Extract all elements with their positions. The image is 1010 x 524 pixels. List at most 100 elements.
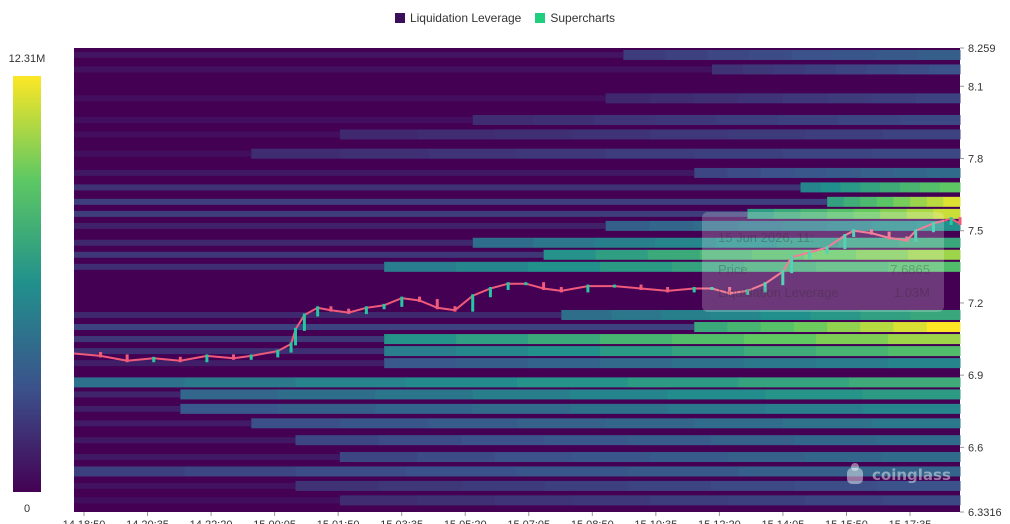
- heatmap-band-0-seg-5: [833, 49, 877, 60]
- heatmap-band-8-seg-0: [827, 196, 845, 207]
- heatmap-band-1-tail: [74, 66, 712, 73]
- heatmap-band-24-seg-3: [572, 452, 651, 463]
- heatmap-band-26-tail: [74, 482, 296, 489]
- heatmap-band-21-seg-0: [180, 403, 279, 414]
- heatmap-band-27-seg-5: [727, 495, 806, 506]
- heatmap-band-20-seg-7: [862, 389, 961, 400]
- heatmap-band-16-seg-3: [600, 334, 673, 345]
- heatmap-band-2-seg-0: [605, 93, 651, 104]
- heatmap-band-6-seg-3: [793, 167, 828, 178]
- heatmap-band-3-seg-5: [777, 114, 839, 125]
- heatmap-band-27-seg-3: [572, 495, 651, 506]
- price-candle-6: [231, 354, 235, 360]
- heatmap-band-22-tail: [74, 420, 252, 427]
- heatmap-band-7-seg-3: [860, 182, 881, 193]
- heatmap-band-13-seg-0: [384, 261, 457, 272]
- colorbar-min-label: 0: [24, 503, 30, 515]
- x-tick-label-11: 15 14:05: [762, 519, 805, 524]
- heatmap-band-20-seg-2: [375, 389, 474, 400]
- heatmap-band-23-seg-1: [378, 435, 463, 446]
- heatmap-band-23-seg-6: [793, 435, 878, 446]
- price-tooltip: 15 Jun 2026, 11: Price 7.6865 Liquidatio…: [702, 212, 944, 312]
- x-tick-label-6: 15 05:20: [444, 519, 487, 524]
- heatmap-band-18-seg-4: [672, 358, 745, 369]
- heatmap-band-21-seg-1: [277, 403, 376, 414]
- price-candle-29: [639, 284, 643, 290]
- heatmap-band-6-seg-1: [727, 167, 762, 178]
- heatmap-band-6-seg-7: [926, 167, 961, 178]
- heatmap-band-6-tail: [74, 169, 695, 176]
- price-candle-48: [958, 217, 962, 225]
- heatmap-band-21-seg-6: [765, 403, 864, 414]
- heatmap-band-10-seg-0: [605, 220, 651, 231]
- price-candle-28: [612, 284, 616, 288]
- tooltip-leverage-row: Liquidation Leverage 1.03M: [718, 285, 930, 300]
- heatmap-band-26-seg-2: [461, 480, 546, 491]
- heatmap-band-2-seg-1: [649, 93, 695, 104]
- heatmap-band-7-seg-2: [840, 182, 861, 193]
- heatmap-band-3-seg-7: [899, 114, 961, 125]
- heatmap-band-4-seg-4: [649, 129, 728, 140]
- heatmap-band-1-seg-7: [928, 64, 961, 75]
- heatmap-band-2-seg-6: [871, 93, 917, 104]
- heatmap-band-1-seg-4: [835, 64, 868, 75]
- heatmap-band-23-seg-3: [544, 435, 629, 446]
- heatmap-band-15-seg-2: [760, 322, 795, 333]
- tooltip-date-row: 15 Jun 2026, 11:: [718, 230, 930, 245]
- heatmap-band-7-seg-7: [940, 182, 961, 193]
- x-tick-label-2: 14 22:20: [190, 519, 233, 524]
- heatmap-band-10-tail: [74, 222, 606, 229]
- x-tick-label-0: 14 18:50: [63, 519, 106, 524]
- heatmap-band-16-tail: [74, 336, 385, 343]
- heatmap-band-6-seg-2: [760, 167, 795, 178]
- price-candle-9: [289, 342, 293, 353]
- heatmap-band-16-seg-2: [528, 334, 601, 345]
- heatmap-band-12-seg-0: [543, 249, 597, 260]
- heatmap-band-4-seg-5: [727, 129, 806, 140]
- heatmap-band-3-seg-4: [716, 114, 778, 125]
- price-candle-31: [692, 286, 696, 293]
- y-tick-label-4: 7.2: [968, 298, 983, 310]
- heatmap-band-18-seg-1: [456, 358, 529, 369]
- heatmap-band-2-seg-2: [694, 93, 739, 104]
- heatmap-band-16-seg-5: [744, 334, 817, 345]
- heatmap-band-17-seg-6: [816, 346, 889, 357]
- heatmap-band-17-seg-1: [456, 346, 529, 357]
- price-candle-16: [382, 303, 386, 310]
- heatmap-band-26-seg-1: [378, 480, 463, 491]
- heatmap-band-8-seg-7: [943, 196, 961, 207]
- tooltip-leverage-value: 1.03M: [893, 285, 930, 300]
- price-candle-20: [453, 306, 457, 312]
- price-candle-14: [347, 308, 351, 315]
- heatmap-band-0-seg-1: [665, 49, 708, 60]
- price-candle-5: [205, 354, 209, 363]
- heatmap-band-21-seg-5: [667, 403, 766, 414]
- heatmap-band-5-seg-4: [605, 148, 695, 159]
- x-tick-label-4: 15 01:50: [317, 519, 360, 524]
- heatmap-band-3-seg-1: [533, 114, 596, 125]
- heatmap-band-11-tail: [74, 239, 473, 246]
- heatmap-band-3-seg-3: [655, 114, 717, 125]
- heatmap-band-12-seg-2: [647, 249, 701, 260]
- x-tick-label-13: 15 17:35: [889, 519, 932, 524]
- heatmap-band-21-seg-2: [375, 403, 474, 414]
- tooltip-leverage-label: Liquidation Leverage: [718, 285, 839, 300]
- heatmap-band-25-seg-0: [74, 466, 186, 477]
- price-candle-19: [435, 299, 439, 310]
- heatmap-band-25-seg-3: [406, 466, 518, 477]
- heatmap-band-19-seg-0: [74, 377, 186, 388]
- heatmap-band-0-tail: [74, 51, 624, 58]
- heatmap-band-6-seg-4: [827, 167, 861, 178]
- heatmap-band-26-seg-5: [710, 480, 795, 491]
- heatmap-band-0-seg-7: [917, 49, 961, 60]
- heatmap-band-17-seg-0: [384, 346, 457, 357]
- heatmap-band-2-seg-3: [738, 93, 784, 104]
- heatmap-band-5-seg-3: [517, 148, 607, 159]
- heatmap-band-24-seg-6: [804, 452, 883, 463]
- price-candle-27: [586, 284, 590, 293]
- heatmap-band-26-seg-0: [295, 480, 380, 491]
- heatmap-band-24-seg-7: [882, 452, 961, 463]
- heatmap-band-22-seg-3: [517, 418, 607, 429]
- heatmap-band-18-seg-6: [816, 358, 889, 369]
- heatmap-band-14-seg-1: [611, 309, 662, 320]
